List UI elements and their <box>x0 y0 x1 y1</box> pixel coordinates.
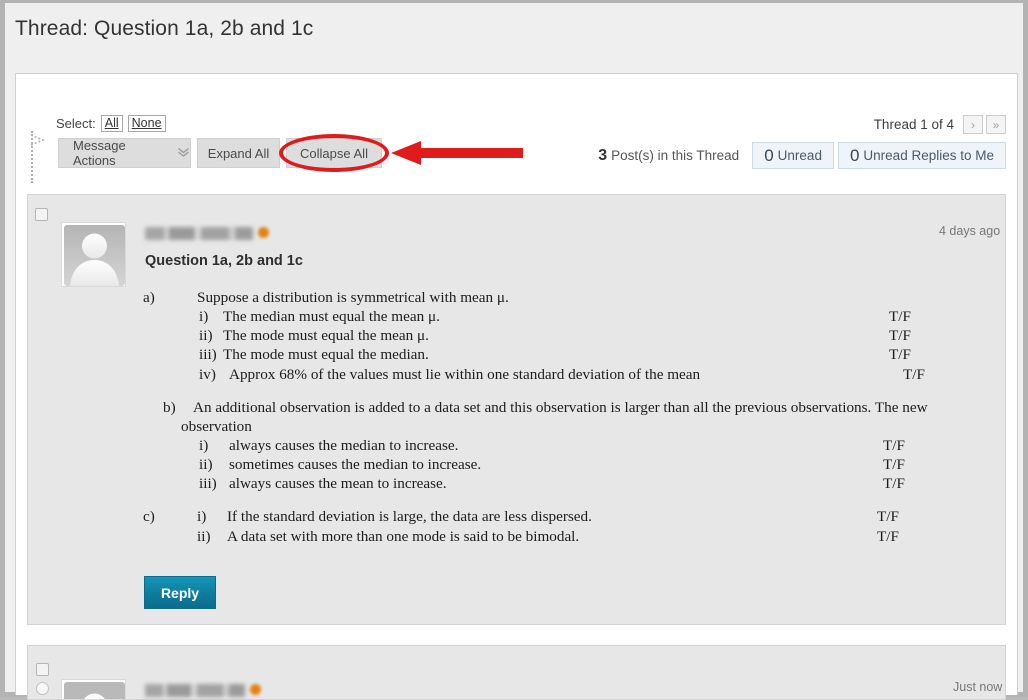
item-text: If the standard deviation is large, the … <box>227 507 847 526</box>
thread-counters: 3 Post(s) in this Thread 0 Unread 0 Unre… <box>598 142 1006 169</box>
question-part-c: c) i) If the standard deviation is large… <box>143 507 963 545</box>
question-a-item: ii) The mode must equal the mean μ. T/F <box>199 326 963 345</box>
question-c-item: c) i) If the standard deviation is large… <box>143 507 963 526</box>
question-b-item: ii) sometimes causes the median to incre… <box>199 455 963 474</box>
question-a-marker: a) <box>143 288 197 307</box>
item-tf: T/F <box>859 345 963 364</box>
item-text: sometimes causes the median to increase. <box>229 455 849 474</box>
item-tf: T/F <box>849 474 963 493</box>
post-count: 3 Post(s) in this Thread <box>598 142 748 169</box>
select-row: Select: All None <box>56 115 171 132</box>
item-tf: T/F <box>847 507 963 526</box>
item-text: The mode must equal the mean μ. <box>223 326 859 345</box>
post-select-radio[interactable] <box>36 682 49 695</box>
chevron-down-icon <box>177 147 190 160</box>
item-marker: ii) <box>199 455 229 474</box>
message-actions-label: Message Actions <box>73 138 169 168</box>
item-text: always causes the mean to increase. <box>229 474 849 493</box>
post-author-name[interactable] <box>145 684 245 697</box>
item-marker: iv) <box>199 365 229 384</box>
select-label: Select: <box>56 116 96 131</box>
item-text: A data set with more than one mode is sa… <box>227 527 847 546</box>
item-tf: T/F <box>847 527 963 546</box>
item-tf: T/F <box>849 436 963 455</box>
item-text: Approx 68% of the values must lie within… <box>229 365 891 384</box>
item-text: The mode must equal the median. <box>223 345 859 364</box>
post-timestamp: 4 days ago <box>939 224 1000 238</box>
thread-tree-arrow-icon <box>29 133 51 147</box>
post-select-checkbox[interactable] <box>36 663 49 676</box>
unread-replies-badge[interactable]: 0 Unread Replies to Me <box>838 142 1006 169</box>
reply-button[interactable]: Reply <box>144 576 216 609</box>
author-status-icon <box>258 227 269 238</box>
item-marker: iii) <box>199 474 229 493</box>
collapse-all-button[interactable]: Collapse All <box>286 138 382 168</box>
question-a-item: iii) The mode must equal the median. T/F <box>199 345 963 364</box>
item-text: always causes the median to increase. <box>229 436 849 455</box>
post-select-checkbox[interactable] <box>35 208 48 221</box>
question-a-item: iv) Approx 68% of the values must lie wi… <box>199 365 963 384</box>
question-part-b: b) An additional observation is added to… <box>163 398 963 494</box>
question-a-item: i) The median must equal the mean μ. T/F <box>199 307 963 326</box>
post-author-name[interactable] <box>145 227 253 240</box>
post-count-label: Post(s) in this Thread <box>611 148 739 163</box>
unread-count: 0 <box>764 146 773 166</box>
post-timestamp: Just now <box>953 680 1002 694</box>
unread-replies-label: Unread Replies to Me <box>863 148 994 163</box>
select-all-link[interactable]: All <box>101 115 123 132</box>
question-part-a: a) Suppose a distribution is symmetrical… <box>143 288 963 384</box>
item-marker: iii) <box>199 345 223 364</box>
page-frame: Thread: Question 1a, 2b and 1c Select: A… <box>0 0 1028 697</box>
item-tf: T/F <box>859 307 963 326</box>
next-thread-button[interactable]: › <box>963 115 983 134</box>
expand-all-button[interactable]: Expand All <box>197 138 280 168</box>
unread-replies-count: 0 <box>850 146 859 166</box>
item-marker: i) <box>199 436 229 455</box>
question-c-marker: c) <box>143 507 197 526</box>
question-a-stem: Suppose a distribution is symmetrical wi… <box>197 288 963 307</box>
select-none-link[interactable]: None <box>128 115 166 132</box>
post-subject[interactable]: Question 1a, 2b and 1c <box>145 253 303 269</box>
question-b-stem: An additional observation is added to a … <box>193 398 963 417</box>
question-b-stem-cont: observation <box>181 417 963 436</box>
item-text: The median must equal the mean μ. <box>223 307 859 326</box>
item-marker: ii) <box>199 326 223 345</box>
item-tf: T/F <box>891 365 963 384</box>
last-thread-button[interactable]: » <box>986 115 1006 134</box>
thread-navigation: Thread 1 of 4 › » <box>874 115 1006 134</box>
item-marker: i) <box>197 507 227 526</box>
question-c-item: ii) A data set with more than one mode i… <box>143 527 963 546</box>
question-b-stem-row: b) An additional observation is added to… <box>163 398 963 417</box>
question-b-item: iii) always causes the mean to increase.… <box>199 474 963 493</box>
question-b-marker: b) <box>163 398 193 417</box>
item-marker: i) <box>199 307 223 326</box>
question-a-stem-row: a) Suppose a distribution is symmetrical… <box>143 288 963 307</box>
thread-position-label: Thread 1 of 4 <box>874 117 954 132</box>
unread-label: Unread <box>778 148 822 163</box>
item-marker: ii) <box>197 527 227 546</box>
item-tf: T/F <box>859 326 963 345</box>
item-tf: T/F <box>849 455 963 474</box>
post-count-number: 3 <box>598 147 607 165</box>
page-title: Thread: Question 1a, 2b and 1c <box>15 17 313 41</box>
post-body: a) Suppose a distribution is symmetrical… <box>143 288 963 560</box>
avatar <box>61 222 126 287</box>
author-status-icon <box>250 684 261 695</box>
unread-badge[interactable]: 0 Unread <box>752 142 834 169</box>
question-b-item: i) always causes the median to increase.… <box>199 436 963 455</box>
message-actions-button[interactable]: Message Actions <box>58 138 191 168</box>
